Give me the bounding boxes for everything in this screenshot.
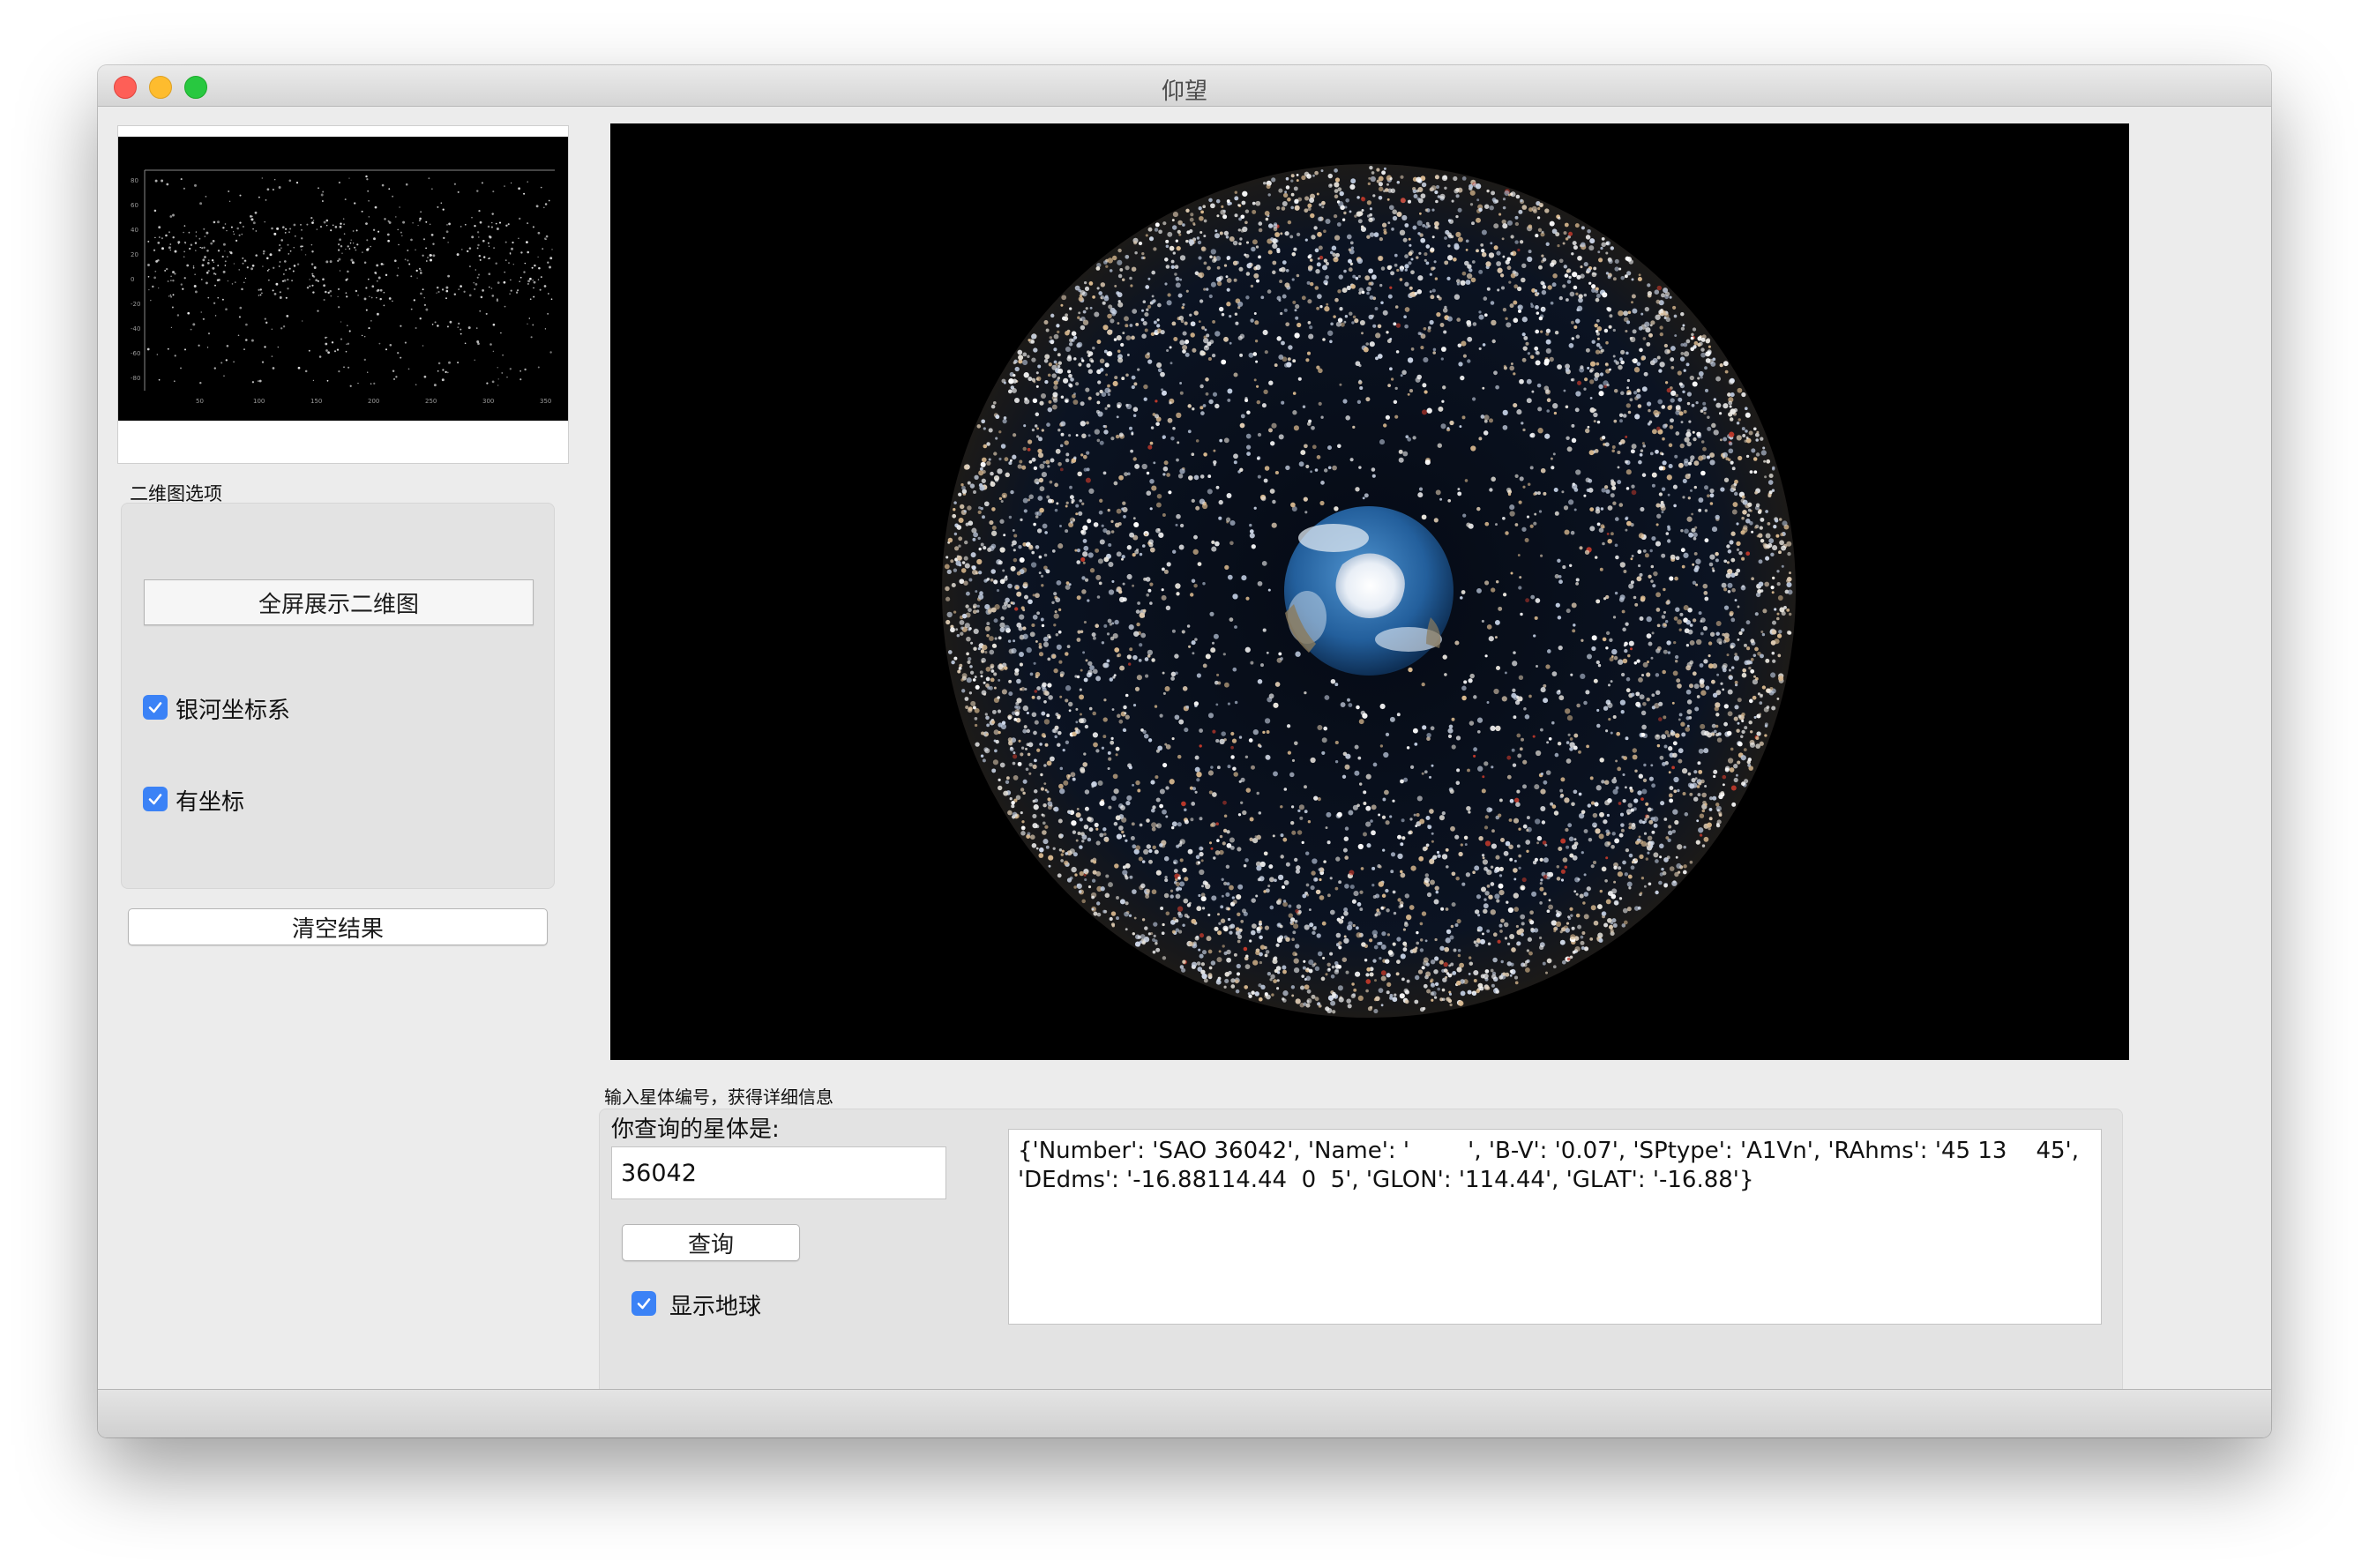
show-coords-checkbox[interactable] <box>143 787 168 811</box>
earth-globe <box>1284 506 1454 676</box>
preview-ytick-label: 0 <box>131 276 134 283</box>
preview-ytick-label: -60 <box>131 350 140 357</box>
preview-ytick-label: -80 <box>131 375 140 382</box>
scatter-preview-frame[interactable]: 80 60 40 20 0 -20 -40 -60 -80 50 100 150 200 250 300 3… <box>117 125 569 464</box>
show-coords-label[interactable]: 有坐标 <box>176 784 244 817</box>
preview-ytick-label: 60 <box>131 202 138 209</box>
clear-results-button[interactable]: 清空结果 <box>128 908 548 945</box>
preview-xtick-label: 200 <box>368 398 379 405</box>
preview-ytick-label: 20 <box>131 251 138 258</box>
app-window: 仰望 80 60 40 20 0 -20 -40 -60 -80 50 100 150 200 250 3… <box>98 65 2271 1437</box>
scatter-preview-plot: 806040200-20-40-60-80 50 100 150 200 250 300 3… <box>118 137 568 421</box>
title-bar[interactable]: 仰望 <box>98 65 2271 107</box>
star-info-output[interactable]: {'Number': 'SAO 36042', 'Name': ' ', 'B-… <box>1008 1129 2102 1325</box>
preview-ytick-label: -20 <box>131 301 140 308</box>
status-bar <box>98 1389 2271 1437</box>
preview-xtick-label: 150 <box>310 398 322 405</box>
checkmark-icon <box>148 702 162 713</box>
galactic-coords-checkbox[interactable] <box>143 695 168 720</box>
preview-xtick-label: 50 <box>196 398 204 405</box>
query-prompt: 你查询的星体是: <box>611 1116 780 1143</box>
star-info-line-2: 'DEdms': '-16.88114.44 0 5', 'GLON': '11… <box>1018 1167 1754 1193</box>
show-earth-label[interactable]: 显示地球 <box>669 1288 761 1321</box>
checkmark-icon <box>148 794 162 805</box>
preview-ytick-label: 40 <box>131 227 138 234</box>
star-info-line-1: {'Number': 'SAO 36042', 'Name': ' ', 'B-… <box>1018 1138 2079 1164</box>
show-earth-checkbox[interactable] <box>631 1291 656 1316</box>
preview-xtick-label: 300 <box>482 398 494 405</box>
fullscreen-2d-button[interactable]: 全屏展示二维图 <box>144 579 534 625</box>
window-title: 仰望 <box>1161 78 1207 105</box>
preview-xtick-label: 350 <box>540 398 551 405</box>
query-button[interactable]: 查询 <box>622 1224 800 1261</box>
query-caption: 输入星体编号，获得详细信息 <box>604 1086 833 1108</box>
preview-ytick-label: 80 <box>131 177 138 184</box>
star-viewport[interactable] <box>610 123 2129 1060</box>
preview-xtick-label: 250 <box>425 398 437 405</box>
galactic-coords-label[interactable]: 银河坐标系 <box>176 692 290 725</box>
preview-ytick-label: -40 <box>131 325 140 332</box>
checkmark-icon <box>637 1298 651 1310</box>
star-number-input[interactable]: 36042 <box>611 1146 946 1199</box>
preview-xtick-label: 100 <box>253 398 265 405</box>
star-sphere-render <box>942 164 1796 1018</box>
